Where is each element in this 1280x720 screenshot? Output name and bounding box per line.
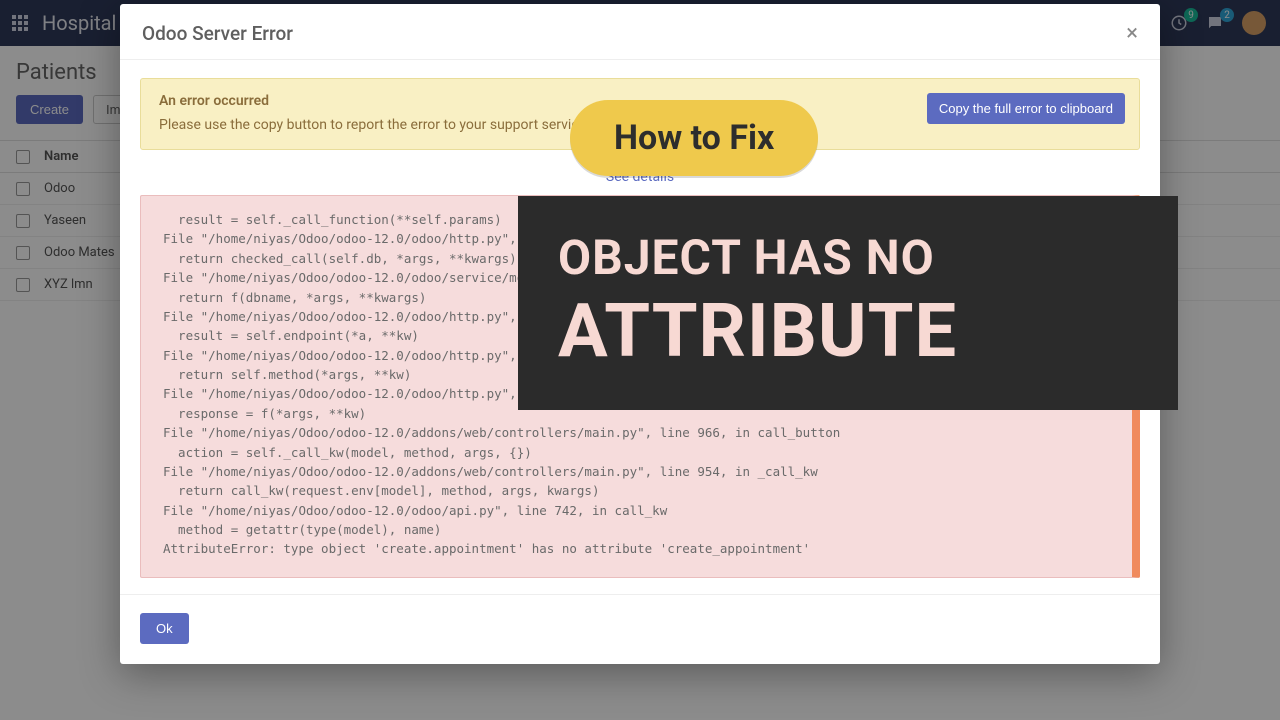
close-icon[interactable]: ×: [1126, 23, 1138, 45]
tutorial-title-block: OBJECT HAS NO ATTRIBUTE: [518, 196, 1178, 410]
tutorial-line1: OBJECT HAS NO: [558, 230, 1138, 285]
tutorial-pill: How to Fix: [570, 100, 818, 176]
modal-footer: Ok: [120, 594, 1160, 664]
modal-header: Odoo Server Error ×: [120, 4, 1160, 60]
tutorial-line2: ATTRIBUTE: [558, 289, 1138, 374]
modal-title: Odoo Server Error: [142, 22, 293, 45]
copy-error-button[interactable]: Copy the full error to clipboard: [927, 93, 1125, 124]
ok-button[interactable]: Ok: [140, 613, 189, 644]
